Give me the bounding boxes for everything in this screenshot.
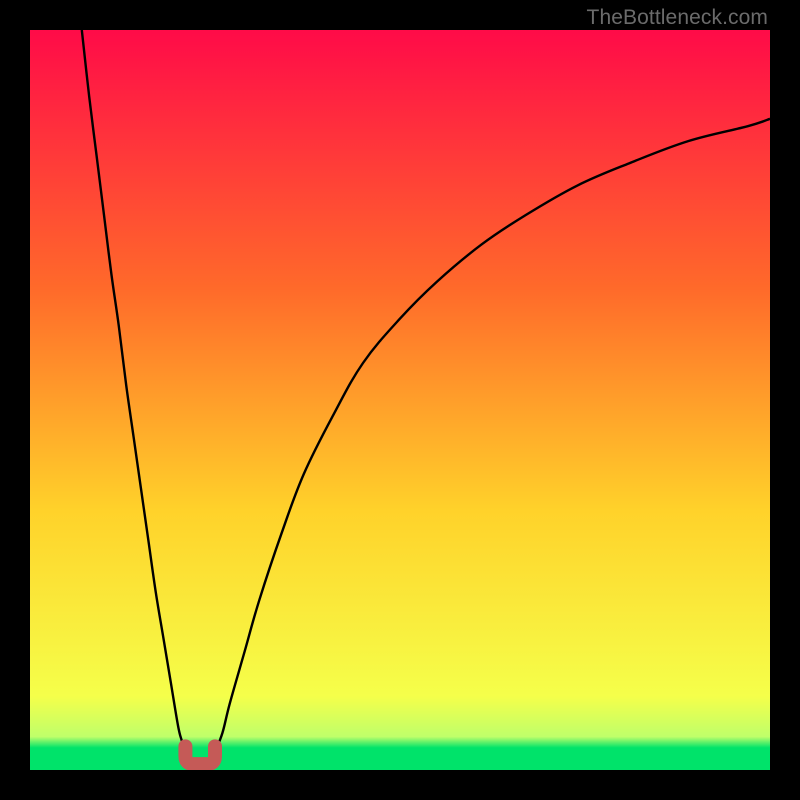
watermark-text: TheBottleneck.com — [587, 6, 768, 30]
heat-gradient-background — [30, 30, 770, 770]
chart-frame: TheBottleneck.com — [0, 0, 800, 800]
plot-area — [30, 30, 770, 770]
bottleneck-curve-chart — [30, 30, 770, 770]
